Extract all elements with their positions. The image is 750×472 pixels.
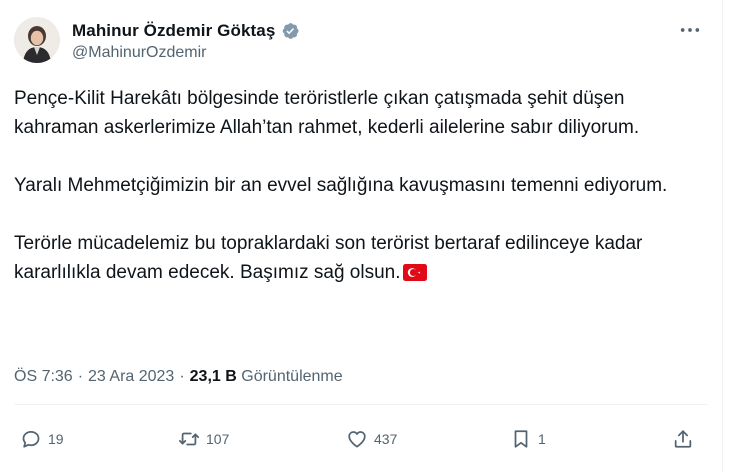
tweet-text: Pençe-Kilit Harekâtı bölgesinde terörist…	[14, 84, 704, 287]
name-row: Mahinur Özdemir Göktaş	[72, 19, 300, 43]
like-button[interactable]: 437	[346, 424, 397, 454]
tweet-meta: ÖS 7:36 · 23 Ara 2023 · 23,1 B Görüntülenme	[14, 368, 343, 386]
avatar-image	[14, 17, 60, 63]
tweet-paragraph-text: Terörle mücadelemiz bu topraklardaki son…	[14, 233, 643, 283]
heart-icon	[348, 431, 366, 448]
repost-count: 107	[206, 431, 230, 447]
more-options-button[interactable]	[676, 20, 704, 40]
tweet-paragraph: Pençe-Kilit Harekâtı bölgesinde terörist…	[14, 88, 640, 138]
meta-separator: ·	[179, 368, 185, 385]
reply-icon	[22, 430, 40, 448]
share-icon	[674, 430, 692, 448]
reply-button[interactable]: 19	[20, 424, 64, 454]
author-display-name[interactable]: Mahinur Özdemir Göktaş	[72, 21, 275, 41]
action-bar: 19 107 437 1	[14, 424, 708, 454]
reply-count: 19	[48, 431, 64, 447]
verified-badge-icon[interactable]	[280, 21, 300, 41]
bookmark-button[interactable]: 1	[510, 424, 546, 454]
repost-button[interactable]: 107	[178, 424, 229, 454]
tweet-paragraph: Yaralı Mehmetçiğimizin bir an evvel sağl…	[14, 175, 668, 196]
tweet-card: Mahinur Özdemir Göktaş @MahinurOzdemir P…	[0, 0, 722, 472]
tweet-time[interactable]: ÖS 7:36	[14, 368, 73, 385]
bookmark-icon	[514, 430, 528, 448]
repost-icon	[178, 432, 200, 446]
avatar[interactable]	[14, 17, 60, 63]
more-dots-icon	[680, 28, 700, 32]
tweet-header: Mahinur Özdemir Göktaş @MahinurOzdemir	[14, 14, 300, 66]
share-button[interactable]	[672, 424, 694, 454]
views-label: Görüntülenme	[241, 368, 343, 385]
author-handle[interactable]: @MahinurOzdemir	[72, 44, 300, 62]
like-count: 437	[374, 431, 398, 447]
divider	[14, 404, 708, 405]
bookmark-count: 1	[538, 431, 546, 447]
meta-separator: ·	[77, 368, 84, 385]
tweet-date[interactable]: 23 Ara 2023	[88, 368, 174, 385]
column-border	[722, 0, 723, 472]
author-names: Mahinur Özdemir Göktaş @MahinurOzdemir	[72, 19, 300, 62]
views-count: 23,1 B	[189, 368, 237, 385]
tweet-paragraph-last: Terörle mücadelemiz bu topraklardaki son…	[14, 229, 704, 287]
turkey-flag-icon	[402, 261, 427, 281]
